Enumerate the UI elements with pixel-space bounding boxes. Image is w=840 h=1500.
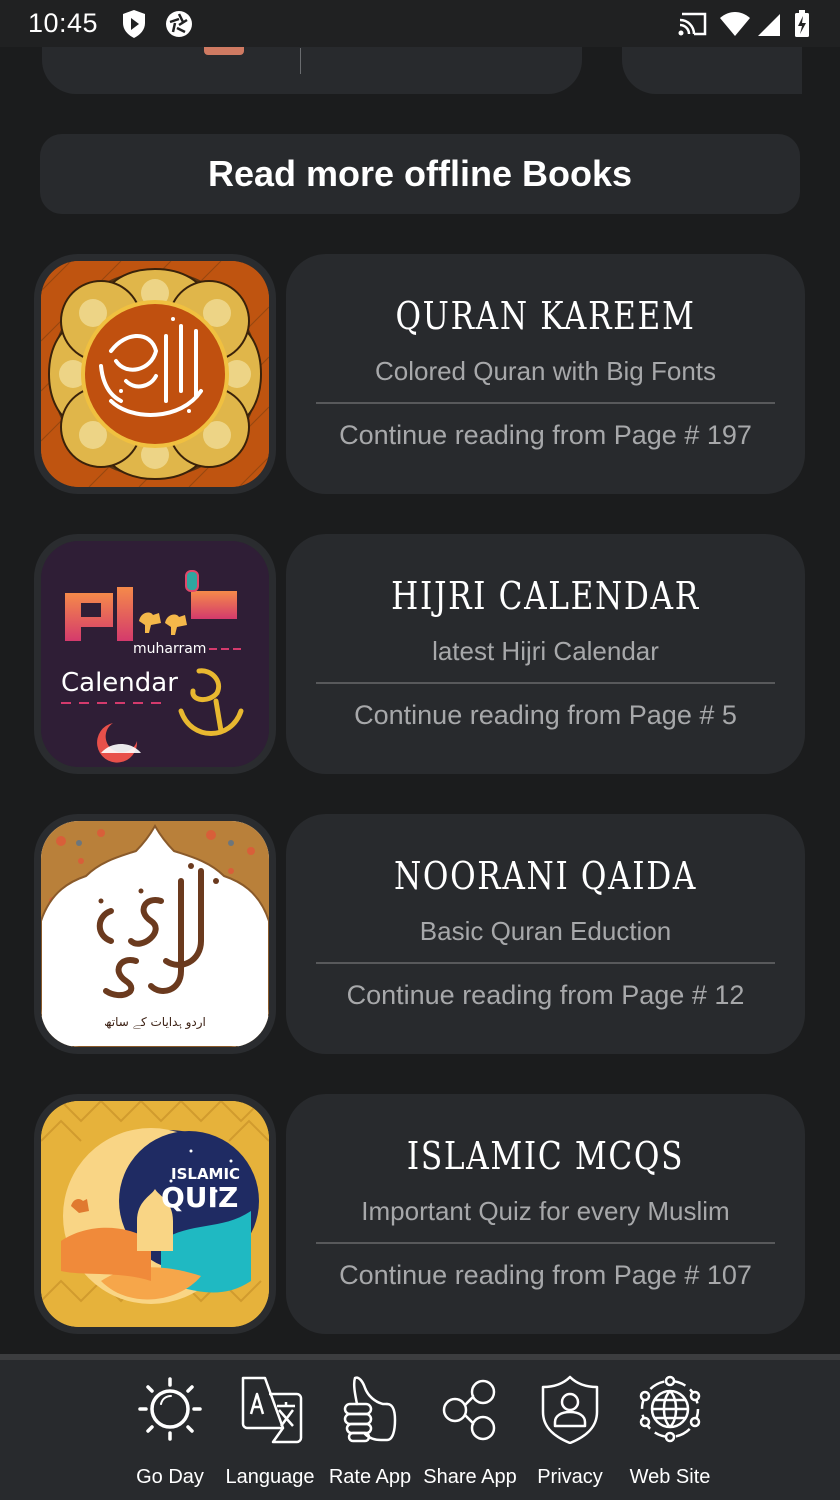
book-card-hijri-calendar[interactable]: HIJRI CALENDAR latest Hijri Calendar Con… xyxy=(286,534,805,774)
nav-privacy[interactable]: Privacy xyxy=(520,1374,620,1489)
quran-kareem-thumbnail[interactable] xyxy=(34,254,276,494)
divider xyxy=(316,682,775,684)
svg-text:ﺍﺭﺩﻭ ﮨﺪﺍﯾﺎﺕ ﮐﮯ ﺳﺎﺗﮫ: ﺍﺭﺩﻭ ﮨﺪﺍﯾﺎﺕ ﮐﮯ ﺳﺎﺗﮫ xyxy=(104,1015,206,1030)
bottom-nav: Go Day Language Rate App Share App Priva… xyxy=(0,1354,840,1500)
continue-reading-text: Continue reading from Page # 5 xyxy=(354,700,737,730)
book-row-quran-kareem: QURAN KAREEM Colored Quran with Big Font… xyxy=(34,254,806,494)
continue-reading-text: Continue reading from Page # 107 xyxy=(339,1260,752,1290)
nav-label: Share App xyxy=(423,1466,517,1488)
status-bar: 10:45 xyxy=(0,0,840,47)
book-subtitle: Important Quiz for every Muslim xyxy=(361,1196,730,1226)
privacy-shield-icon xyxy=(541,1375,599,1444)
wifi-icon xyxy=(719,11,751,42)
book-title: ISLAMIC MCQS xyxy=(406,1134,685,1178)
partial-image-fragment xyxy=(204,47,244,55)
nav-rate-app[interactable]: Rate App xyxy=(320,1374,420,1489)
book-subtitle: Basic Quran Eduction xyxy=(419,916,672,946)
nav-web-site[interactable]: Web Site xyxy=(620,1374,720,1489)
nav-label: Privacy xyxy=(537,1466,603,1488)
book-title: QURAN KAREEM xyxy=(395,294,696,338)
nav-label: Rate App xyxy=(328,1466,412,1488)
islamic-quiz-art-icon: ISLAMIC QUIZ xyxy=(41,1101,269,1327)
battery-charging-icon xyxy=(794,10,810,43)
book-title: NOORANI QAIDA xyxy=(394,854,697,898)
svg-text:Calendar: Calendar xyxy=(61,668,178,698)
islamic-quiz-thumbnail[interactable]: ISLAMIC QUIZ xyxy=(34,1094,276,1334)
hijri-calendar-thumbnail[interactable]: muharram Calendar xyxy=(34,534,276,774)
vertical-divider xyxy=(300,48,301,74)
svg-text:QUIZ: QUIZ xyxy=(161,1181,238,1214)
book-subtitle: latest Hijri Calendar xyxy=(432,636,659,666)
nav-label: Language xyxy=(225,1466,315,1488)
nav-go-day[interactable]: Go Day xyxy=(120,1374,220,1489)
continue-reading-text: Continue reading from Page # 197 xyxy=(339,420,752,450)
noorani-qaida-thumbnail[interactable]: ﺍﺭﺩﻭ ﮨﺪﺍﯾﺎﺕ ﮐﮯ ﺳﺎﺗﮫ xyxy=(34,814,276,1054)
svg-text:muharram: muharram xyxy=(133,641,206,657)
nav-language[interactable]: Language xyxy=(220,1374,320,1489)
nav-label: Go Day xyxy=(136,1466,204,1488)
noorani-qaida-art-icon: ﺍﺭﺩﻭ ﮨﺪﺍﯾﺎﺕ ﮐﮯ ﺳﺎﺗﮫ xyxy=(41,821,269,1047)
divider xyxy=(316,962,775,964)
book-card-islamic-mcqs[interactable]: ISLAMIC MCQS Important Quiz for every Mu… xyxy=(286,1094,805,1334)
signal-icon xyxy=(757,13,781,42)
divider xyxy=(316,402,775,404)
book-row-islamic-mcqs: ISLAMIC QUIZ ISLAMIC MCQS Important Quiz… xyxy=(34,1094,806,1334)
aperture-icon xyxy=(165,9,193,44)
nav-label: Web Site xyxy=(629,1466,711,1488)
shield-play-icon xyxy=(121,9,147,44)
book-title: HIJRI CALENDAR xyxy=(391,574,700,618)
book-subtitle: Colored Quran with Big Fonts xyxy=(374,356,717,386)
divider xyxy=(316,1242,775,1244)
hijri-calendar-art-icon: muharram Calendar xyxy=(41,541,269,767)
book-row-noorani-qaida: ﺍﺭﺩﻭ ﮨﺪﺍﯾﺎﺕ ﮐﮯ ﺳﺎﺗﮫ NOORANI QAIDA Basic … xyxy=(34,814,806,1054)
cast-icon xyxy=(678,12,708,41)
translate-icon xyxy=(241,1376,303,1444)
share-icon xyxy=(442,1379,496,1441)
nav-share-app[interactable]: Share App xyxy=(420,1374,520,1489)
read-more-books-button[interactable]: Read more offline Books xyxy=(40,134,800,214)
thumbs-up-icon xyxy=(343,1376,397,1443)
book-row-hijri-calendar: muharram Calendar HIJRI CALENDAR latest … xyxy=(34,534,806,774)
book-card-quran-kareem[interactable]: QURAN KAREEM Colored Quran with Big Font… xyxy=(286,254,805,494)
sun-icon xyxy=(138,1377,202,1441)
quran-ornament-icon xyxy=(41,261,269,487)
continue-reading-text: Continue reading from Page # 12 xyxy=(346,980,745,1010)
globe-network-icon xyxy=(639,1375,701,1443)
status-time: 10:45 xyxy=(28,8,99,38)
book-card-noorani-qaida[interactable]: NOORANI QAIDA Basic Quran Eduction Conti… xyxy=(286,814,805,1054)
